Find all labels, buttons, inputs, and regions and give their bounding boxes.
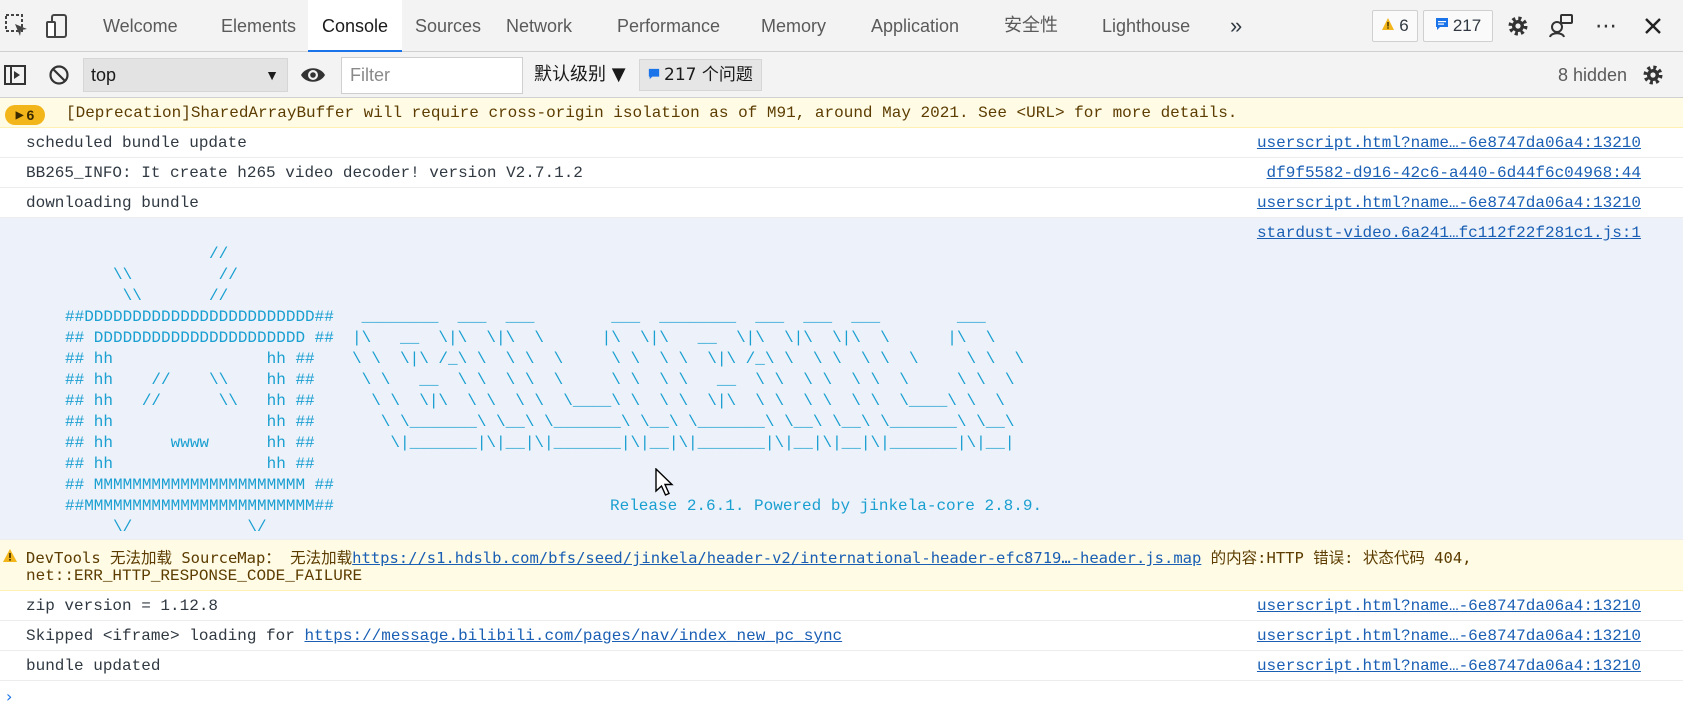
filter-input[interactable]: [341, 57, 523, 94]
log-text: zip version = 1.12.8: [26, 597, 219, 615]
deprecation-text: [Deprecation]SharedArrayBuffer will requ…: [66, 104, 1238, 122]
warnings-counter[interactable]: 6: [1372, 10, 1418, 42]
log-levels-dropdown[interactable]: 默认级别 ▼: [534, 60, 626, 90]
log-text-prefix: Skipped <iframe> loading for: [26, 627, 305, 645]
warnings-count: 6: [1399, 16, 1409, 35]
log-text: downloading bundle: [26, 194, 199, 212]
source-link[interactable]: userscript.html?name…-6e8747da06a4:13210: [1257, 657, 1641, 675]
more-options-icon[interactable]: ⋯: [1591, 11, 1621, 41]
customize-icon[interactable]: [1546, 11, 1576, 41]
more-tabs-button[interactable]: »: [1230, 0, 1242, 52]
log-text: bundle updated: [26, 657, 161, 675]
sourcemap-error-code: net::ERR_HTTP_RESPONSE_CODE_FAILURE: [26, 567, 363, 585]
clear-console-icon[interactable]: [44, 60, 74, 90]
inspect-element-icon[interactable]: [2, 11, 32, 41]
source-link[interactable]: userscript.html?name…-6e8747da06a4:13210: [1257, 627, 1641, 645]
log-row: scheduled bundle update userscript.html?…: [0, 128, 1683, 158]
log-text: Skipped <iframe> loading for https://mes…: [26, 627, 842, 645]
sourcemap-warning-row: DevTools 无法加载 SourceMap： 无法加载https://s1.…: [0, 540, 1683, 591]
source-link[interactable]: stardust-video.6a241…fc112f22f281c1.js:1: [1257, 224, 1641, 242]
repeat-count: 6: [26, 107, 35, 123]
messages-counter[interactable]: 217: [1423, 10, 1493, 42]
console-prompt[interactable]: ›: [6, 687, 12, 706]
sourcemap-text: DevTools 无法加载 SourceMap： 无法加载https://s1.…: [26, 546, 1472, 568]
device-toolbar-icon[interactable]: [42, 11, 72, 41]
sidebar-toggle-icon[interactable]: [0, 60, 30, 90]
tab-lighthouse[interactable]: Lighthouse: [1102, 0, 1190, 52]
iframe-url-link[interactable]: https://message.bilibili.com/pages/nav/i…: [304, 627, 842, 645]
tab-application[interactable]: Application: [871, 0, 959, 52]
deprecation-warning-row: ▶ 6 [Deprecation]SharedArrayBuffer will …: [0, 98, 1683, 128]
message-icon: [1435, 16, 1449, 36]
tab-performance[interactable]: Performance: [617, 0, 720, 52]
source-link[interactable]: userscript.html?name…-6e8747da06a4:13210: [1257, 134, 1641, 152]
warning-icon: [1381, 16, 1395, 36]
dropdown-caret-icon: ▼: [265, 67, 279, 83]
log-row: bundle updated userscript.html?name…-6e8…: [0, 651, 1683, 681]
tab-sources[interactable]: Sources: [415, 0, 481, 52]
issues-label: 217 个问题: [664, 65, 753, 85]
log-text: scheduled bundle update: [26, 134, 247, 152]
tab-security[interactable]: 安全性: [1004, 0, 1058, 52]
ascii-logo-art: ________ ___ ___ ___ ________ ___ ___ __…: [352, 308, 1025, 452]
log-row: zip version = 1.12.8 userscript.html?nam…: [0, 591, 1683, 621]
console-toolbar: top ▼ 默认级别 ▼ 217 个问题 8 hidden: [0, 52, 1683, 98]
context-value: top: [91, 65, 117, 85]
source-link[interactable]: userscript.html?name…-6e8747da06a4:13210: [1257, 194, 1641, 212]
ascii-banner-row: stardust-video.6a241…fc112f22f281c1.js:1…: [0, 218, 1683, 540]
tab-memory[interactable]: Memory: [761, 0, 826, 52]
source-link[interactable]: userscript.html?name…-6e8747da06a4:13210: [1257, 597, 1641, 615]
tab-network[interactable]: Network: [506, 0, 572, 52]
devtools-tab-bar: Welcome Elements Console Sources Network…: [0, 0, 1683, 52]
issues-button[interactable]: 217 个问题: [639, 59, 762, 91]
sourcemap-prefix: DevTools 无法加载 SourceMap： 无法加载: [26, 549, 353, 567]
log-row: BB265_INFO: It create h265 video decoder…: [0, 158, 1683, 188]
console-settings-gear-icon[interactable]: [1638, 60, 1668, 90]
expand-triangle-icon: ▶: [15, 109, 24, 121]
warning-triangle-icon: [2, 548, 18, 568]
hidden-messages-count: 8 hidden: [1558, 65, 1628, 85]
log-row: downloading bundle userscript.html?name……: [0, 188, 1683, 218]
tab-console[interactable]: Console: [308, 0, 403, 52]
source-link[interactable]: df9f5582-d916-42c6-a440-6d44f6c04968:44: [1267, 164, 1641, 182]
tab-welcome[interactable]: Welcome: [103, 0, 178, 52]
tab-elements[interactable]: Elements: [221, 0, 296, 52]
repeat-count-badge[interactable]: ▶ 6: [5, 105, 45, 125]
sourcemap-suffix: 的内容:HTTP 错误: 状态代码 404,: [1201, 549, 1472, 567]
close-icon[interactable]: [1638, 11, 1668, 41]
issues-message-icon: [648, 60, 660, 90]
messages-count: 217: [1452, 16, 1482, 35]
log-row: Skipped <iframe> loading for https://mes…: [0, 621, 1683, 651]
mouse-pointer-icon: [655, 467, 677, 503]
log-text: BB265_INFO: It create h265 video decoder…: [26, 164, 583, 182]
ascii-tv-art: // \\ // \\ // ##DDDDDDDDDDDDDDDDDDDDDDD…: [65, 245, 334, 536]
sourcemap-url-link[interactable]: https://s1.hdslb.com/bfs/seed/jinkela/he…: [352, 549, 1201, 567]
context-selector[interactable]: top ▼: [83, 58, 288, 92]
live-expression-eye-icon[interactable]: [298, 60, 328, 90]
settings-gear-icon[interactable]: [1503, 11, 1533, 41]
